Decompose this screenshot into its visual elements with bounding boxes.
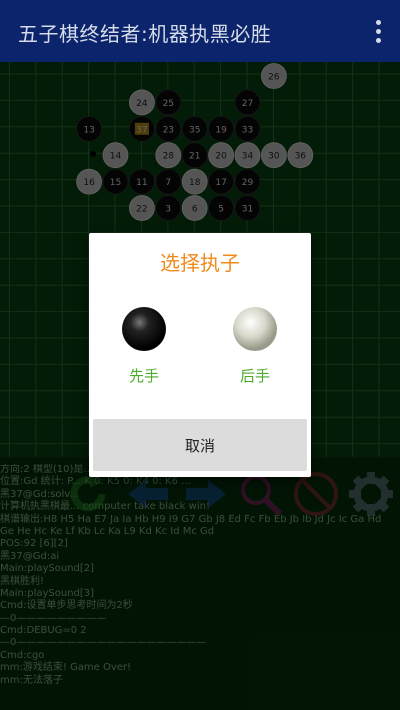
app-bar: 五子棋终结者:机器执黑必胜 [0,0,400,62]
second-move-label: 后手 [239,367,270,385]
black-stone-icon [122,307,166,351]
second-move-option[interactable]: 后手 [215,307,295,387]
overflow-menu-icon[interactable] [376,20,382,47]
cancel-button[interactable]: 取消 [93,419,307,471]
dialog-title: 选择执子 [160,251,240,275]
white-stone-icon [233,307,277,351]
choose-side-dialog: 选择执子 先手 后手 取消 [89,233,311,477]
first-move-option[interactable]: 先手 [104,307,184,387]
app-title: 五子棋终结者:机器执黑必胜 [18,22,272,46]
first-move-label: 先手 [128,367,159,385]
